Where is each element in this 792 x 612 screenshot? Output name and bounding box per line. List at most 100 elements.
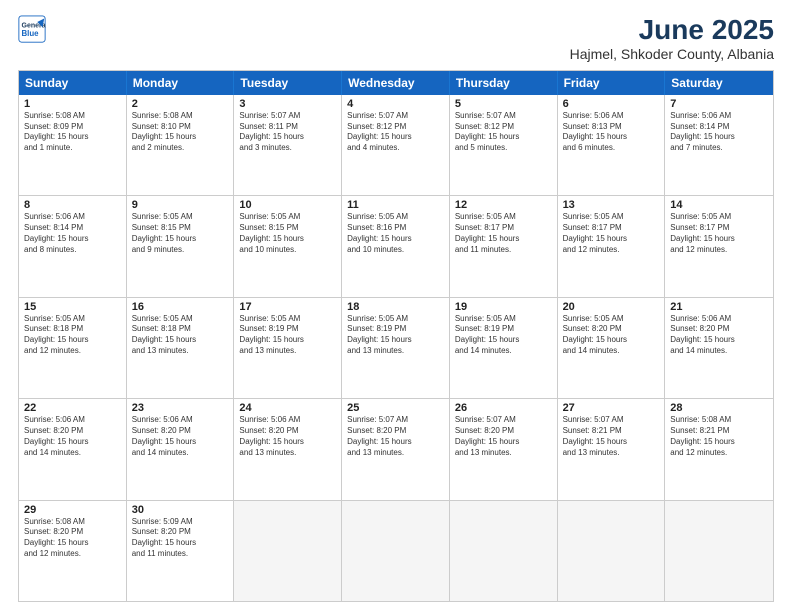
day-cell-25: 25Sunrise: 5:07 AMSunset: 8:20 PMDayligh… (342, 399, 450, 499)
header-day-thursday: Thursday (450, 71, 558, 95)
day-cell-9: 9Sunrise: 5:05 AMSunset: 8:15 PMDaylight… (127, 196, 235, 296)
day-cell-2: 2Sunrise: 5:08 AMSunset: 8:10 PMDaylight… (127, 95, 235, 195)
day-cell-1: 1Sunrise: 5:08 AMSunset: 8:09 PMDaylight… (19, 95, 127, 195)
day-number: 25 (347, 402, 444, 414)
day-cell-19: 19Sunrise: 5:05 AMSunset: 8:19 PMDayligh… (450, 298, 558, 398)
page: General Blue June 2025 Hajmel, Shkoder C… (0, 0, 792, 612)
day-cell-16: 16Sunrise: 5:05 AMSunset: 8:18 PMDayligh… (127, 298, 235, 398)
header-day-saturday: Saturday (665, 71, 773, 95)
day-cell-4: 4Sunrise: 5:07 AMSunset: 8:12 PMDaylight… (342, 95, 450, 195)
day-cell-23: 23Sunrise: 5:06 AMSunset: 8:20 PMDayligh… (127, 399, 235, 499)
day-info: Sunrise: 5:06 AMSunset: 8:20 PMDaylight:… (239, 415, 336, 458)
calendar: SundayMondayTuesdayWednesdayThursdayFrid… (18, 70, 774, 602)
empty-cell (558, 501, 666, 601)
day-cell-11: 11Sunrise: 5:05 AMSunset: 8:16 PMDayligh… (342, 196, 450, 296)
day-cell-12: 12Sunrise: 5:05 AMSunset: 8:17 PMDayligh… (450, 196, 558, 296)
day-info: Sunrise: 5:06 AMSunset: 8:20 PMDaylight:… (24, 415, 121, 458)
header-day-monday: Monday (127, 71, 235, 95)
day-info: Sunrise: 5:05 AMSunset: 8:17 PMDaylight:… (563, 212, 660, 255)
calendar-row-1: 1Sunrise: 5:08 AMSunset: 8:09 PMDaylight… (19, 95, 773, 196)
day-cell-21: 21Sunrise: 5:06 AMSunset: 8:20 PMDayligh… (665, 298, 773, 398)
day-number: 11 (347, 199, 444, 211)
day-info: Sunrise: 5:05 AMSunset: 8:18 PMDaylight:… (24, 314, 121, 357)
day-info: Sunrise: 5:05 AMSunset: 8:17 PMDaylight:… (455, 212, 552, 255)
day-info: Sunrise: 5:08 AMSunset: 8:20 PMDaylight:… (24, 517, 121, 560)
day-number: 22 (24, 402, 121, 414)
day-cell-26: 26Sunrise: 5:07 AMSunset: 8:20 PMDayligh… (450, 399, 558, 499)
day-info: Sunrise: 5:05 AMSunset: 8:15 PMDaylight:… (239, 212, 336, 255)
day-cell-15: 15Sunrise: 5:05 AMSunset: 8:18 PMDayligh… (19, 298, 127, 398)
day-cell-27: 27Sunrise: 5:07 AMSunset: 8:21 PMDayligh… (558, 399, 666, 499)
day-number: 7 (670, 98, 768, 110)
day-cell-17: 17Sunrise: 5:05 AMSunset: 8:19 PMDayligh… (234, 298, 342, 398)
calendar-header: SundayMondayTuesdayWednesdayThursdayFrid… (19, 71, 773, 95)
day-info: Sunrise: 5:05 AMSunset: 8:19 PMDaylight:… (347, 314, 444, 357)
empty-cell (342, 501, 450, 601)
calendar-row-4: 22Sunrise: 5:06 AMSunset: 8:20 PMDayligh… (19, 399, 773, 500)
day-number: 17 (239, 301, 336, 313)
day-cell-7: 7Sunrise: 5:06 AMSunset: 8:14 PMDaylight… (665, 95, 773, 195)
empty-cell (450, 501, 558, 601)
day-number: 30 (132, 504, 229, 516)
day-cell-30: 30Sunrise: 5:09 AMSunset: 8:20 PMDayligh… (127, 501, 235, 601)
logo-icon: General Blue (18, 15, 46, 43)
calendar-row-5: 29Sunrise: 5:08 AMSunset: 8:20 PMDayligh… (19, 501, 773, 601)
title-block: June 2025 Hajmel, Shkoder County, Albani… (570, 15, 774, 62)
day-number: 5 (455, 98, 552, 110)
day-cell-3: 3Sunrise: 5:07 AMSunset: 8:11 PMDaylight… (234, 95, 342, 195)
day-number: 13 (563, 199, 660, 211)
day-number: 26 (455, 402, 552, 414)
calendar-body: 1Sunrise: 5:08 AMSunset: 8:09 PMDaylight… (19, 95, 773, 601)
day-number: 9 (132, 199, 229, 211)
day-number: 4 (347, 98, 444, 110)
day-info: Sunrise: 5:05 AMSunset: 8:17 PMDaylight:… (670, 212, 768, 255)
day-number: 8 (24, 199, 121, 211)
header-day-wednesday: Wednesday (342, 71, 450, 95)
day-info: Sunrise: 5:08 AMSunset: 8:09 PMDaylight:… (24, 111, 121, 154)
day-info: Sunrise: 5:05 AMSunset: 8:19 PMDaylight:… (239, 314, 336, 357)
day-info: Sunrise: 5:05 AMSunset: 8:20 PMDaylight:… (563, 314, 660, 357)
day-cell-8: 8Sunrise: 5:06 AMSunset: 8:14 PMDaylight… (19, 196, 127, 296)
day-number: 14 (670, 199, 768, 211)
header-day-friday: Friday (558, 71, 666, 95)
header-day-sunday: Sunday (19, 71, 127, 95)
day-cell-6: 6Sunrise: 5:06 AMSunset: 8:13 PMDaylight… (558, 95, 666, 195)
day-info: Sunrise: 5:07 AMSunset: 8:12 PMDaylight:… (347, 111, 444, 154)
day-info: Sunrise: 5:05 AMSunset: 8:15 PMDaylight:… (132, 212, 229, 255)
svg-text:Blue: Blue (22, 29, 40, 38)
day-number: 20 (563, 301, 660, 313)
day-number: 18 (347, 301, 444, 313)
day-info: Sunrise: 5:07 AMSunset: 8:12 PMDaylight:… (455, 111, 552, 154)
day-number: 6 (563, 98, 660, 110)
day-info: Sunrise: 5:06 AMSunset: 8:14 PMDaylight:… (670, 111, 768, 154)
day-info: Sunrise: 5:07 AMSunset: 8:11 PMDaylight:… (239, 111, 336, 154)
day-number: 10 (239, 199, 336, 211)
header-day-tuesday: Tuesday (234, 71, 342, 95)
day-number: 16 (132, 301, 229, 313)
day-cell-20: 20Sunrise: 5:05 AMSunset: 8:20 PMDayligh… (558, 298, 666, 398)
day-cell-18: 18Sunrise: 5:05 AMSunset: 8:19 PMDayligh… (342, 298, 450, 398)
day-cell-29: 29Sunrise: 5:08 AMSunset: 8:20 PMDayligh… (19, 501, 127, 601)
day-number: 27 (563, 402, 660, 414)
day-number: 12 (455, 199, 552, 211)
day-info: Sunrise: 5:07 AMSunset: 8:21 PMDaylight:… (563, 415, 660, 458)
day-number: 28 (670, 402, 768, 414)
day-info: Sunrise: 5:07 AMSunset: 8:20 PMDaylight:… (455, 415, 552, 458)
calendar-row-3: 15Sunrise: 5:05 AMSunset: 8:18 PMDayligh… (19, 298, 773, 399)
day-cell-13: 13Sunrise: 5:05 AMSunset: 8:17 PMDayligh… (558, 196, 666, 296)
day-info: Sunrise: 5:05 AMSunset: 8:16 PMDaylight:… (347, 212, 444, 255)
logo: General Blue (18, 15, 46, 43)
month-title: June 2025 (570, 15, 774, 46)
day-number: 15 (24, 301, 121, 313)
day-number: 23 (132, 402, 229, 414)
day-number: 24 (239, 402, 336, 414)
day-cell-5: 5Sunrise: 5:07 AMSunset: 8:12 PMDaylight… (450, 95, 558, 195)
calendar-row-2: 8Sunrise: 5:06 AMSunset: 8:14 PMDaylight… (19, 196, 773, 297)
day-info: Sunrise: 5:06 AMSunset: 8:14 PMDaylight:… (24, 212, 121, 255)
location-title: Hajmel, Shkoder County, Albania (570, 46, 774, 62)
day-cell-28: 28Sunrise: 5:08 AMSunset: 8:21 PMDayligh… (665, 399, 773, 499)
day-number: 21 (670, 301, 768, 313)
day-info: Sunrise: 5:08 AMSunset: 8:10 PMDaylight:… (132, 111, 229, 154)
day-number: 2 (132, 98, 229, 110)
day-info: Sunrise: 5:06 AMSunset: 8:20 PMDaylight:… (132, 415, 229, 458)
